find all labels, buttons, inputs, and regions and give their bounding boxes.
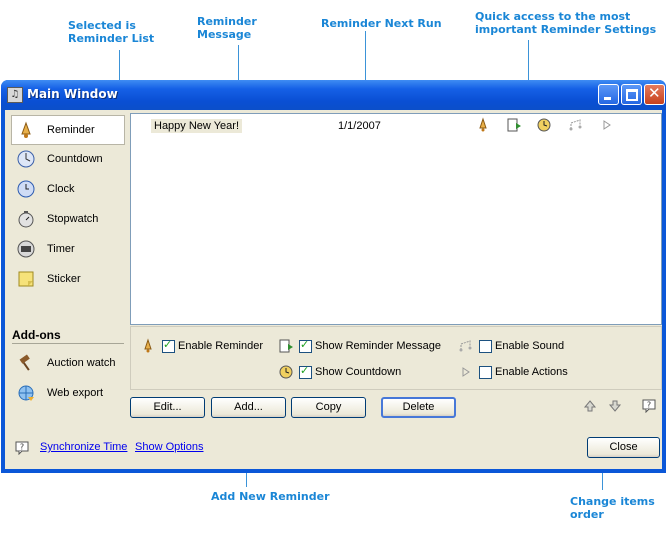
sync-help-icon: ? <box>15 441 29 455</box>
show-options-link[interactable]: Show Options <box>135 441 203 453</box>
sidebar-item-auction-watch[interactable]: Auction watch <box>12 349 124 377</box>
countdown-icon <box>279 365 293 379</box>
annotation-selected-line1: Selected is <box>68 19 136 32</box>
show-reminder-message-label[interactable]: Show Reminder Message <box>315 340 441 352</box>
sidebar-item-stopwatch[interactable]: Stopwatch <box>12 205 124 233</box>
auction-icon <box>19 354 30 371</box>
move-up-icon[interactable] <box>583 399 597 413</box>
annotation-quick: Quick access to the most important Remin… <box>475 10 656 36</box>
annotation-message: Reminder Message <box>197 15 257 41</box>
title-bar[interactable]: ♫ Main Window ✕ <box>1 80 666 110</box>
sidebar-item-label: Clock <box>47 183 75 195</box>
message-icon <box>279 339 293 353</box>
main-window: ♫ Main Window ✕ Reminder Countdown Clock… <box>1 80 666 473</box>
sidebar-item-label: Stopwatch <box>47 213 99 225</box>
show-countdown-checkbox[interactable] <box>299 364 312 379</box>
sidebar-item-countdown[interactable]: Countdown <box>12 145 124 173</box>
app-icon: ♫ <box>7 87 23 103</box>
sticker-icon <box>18 271 34 287</box>
sidebar-item-label: Timer <box>47 243 75 255</box>
sidebar-item-label: Reminder <box>47 124 95 136</box>
maximize-icon <box>626 89 638 101</box>
sidebar-item-sticker[interactable]: Sticker <box>12 265 124 293</box>
enable-reminder-checkbox[interactable] <box>162 338 175 353</box>
svg-text:?: ? <box>647 401 651 410</box>
annotation-change-order-line2: order <box>570 508 604 521</box>
maximize-button[interactable] <box>621 84 642 105</box>
sidebar-item-reminder[interactable]: Reminder <box>11 115 125 145</box>
annotation-selected: Selected is Reminder List <box>68 19 154 45</box>
sidebar-item-clock[interactable]: Clock <box>12 175 124 203</box>
enable-reminder-label[interactable]: Enable Reminder <box>178 340 263 352</box>
minimize-button[interactable] <box>598 84 619 105</box>
enable-sound-quick-icon[interactable] <box>568 117 584 133</box>
sidebar-item-label: Sticker <box>47 273 81 285</box>
clock-icon <box>17 180 35 198</box>
sidebar-item-label: Web export <box>47 387 104 399</box>
show-reminder-message-checkbox[interactable] <box>299 338 312 353</box>
annotation-selected-line2: Reminder List <box>68 32 155 45</box>
annotation-message-line1: Reminder <box>197 15 257 28</box>
addons-heading: Add-ons <box>12 328 61 342</box>
minimize-icon <box>604 97 611 100</box>
move-down-icon[interactable] <box>608 399 622 413</box>
annotation-message-line2: Message <box>197 28 252 41</box>
enable-reminder-quick-icon[interactable] <box>475 117 491 133</box>
edit-button[interactable]: Edit... <box>130 397 205 418</box>
sound-icon <box>459 340 472 352</box>
close-button[interactable]: Close <box>587 437 660 458</box>
help-icon[interactable]: ? <box>642 399 656 413</box>
close-icon: ✕ <box>648 84 661 102</box>
sidebar-item-timer[interactable]: Timer <box>12 235 124 263</box>
actions-icon <box>462 367 470 377</box>
enable-sound-checkbox[interactable] <box>479 340 492 353</box>
show-countdown-label[interactable]: Show Countdown <box>315 366 401 378</box>
annotation-next-run: Reminder Next Run <box>321 17 442 30</box>
bell-icon <box>144 338 152 353</box>
annotation-change-order: Change items order <box>570 495 655 521</box>
annotation-quick-line1: Quick access to the most <box>475 10 631 23</box>
sidebar-item-label: Countdown <box>47 153 103 165</box>
copy-button[interactable]: Copy <box>291 397 366 418</box>
addons-divider <box>12 343 124 344</box>
stopwatch-icon <box>18 211 34 228</box>
bell-icon <box>21 121 31 138</box>
enable-actions-label[interactable]: Enable Actions <box>495 366 568 378</box>
enable-actions-quick-icon[interactable] <box>599 117 615 133</box>
reminder-next-run[interactable]: 1/1/2007 <box>338 119 381 133</box>
annotation-quick-line2: important Reminder Settings <box>475 23 657 36</box>
delete-button[interactable]: Delete <box>381 397 456 418</box>
countdown-icon <box>17 150 35 168</box>
annotation-change-order-line1: Change items <box>570 495 655 508</box>
timer-icon <box>17 240 35 258</box>
annotation-add-new: Add New Reminder <box>211 490 330 503</box>
enable-actions-checkbox[interactable] <box>479 366 492 379</box>
add-button[interactable]: Add... <box>211 397 286 418</box>
show-message-quick-icon[interactable] <box>506 117 522 133</box>
reminder-list[interactable]: Happy New Year! 1/1/2007 <box>130 113 662 325</box>
close-window-button[interactable]: ✕ <box>644 84 665 105</box>
web-export-icon <box>18 385 34 401</box>
reminder-settings-panel: Enable Reminder Show Reminder Message En… <box>130 326 662 390</box>
reminder-message[interactable]: Happy New Year! <box>151 119 242 133</box>
sidebar-item-web-export[interactable]: Web export <box>12 379 124 407</box>
show-countdown-quick-icon[interactable] <box>536 117 552 133</box>
window-client: Reminder Countdown Clock Stopwatch Timer… <box>5 110 662 469</box>
window-title: Main Window <box>27 87 118 101</box>
svg-text:?: ? <box>20 443 24 452</box>
sidebar: Reminder Countdown Clock Stopwatch Timer… <box>7 112 125 412</box>
enable-sound-label[interactable]: Enable Sound <box>495 340 564 352</box>
sidebar-item-label: Auction watch <box>47 357 116 369</box>
synchronize-time-link[interactable]: Synchronize Time <box>40 441 127 453</box>
